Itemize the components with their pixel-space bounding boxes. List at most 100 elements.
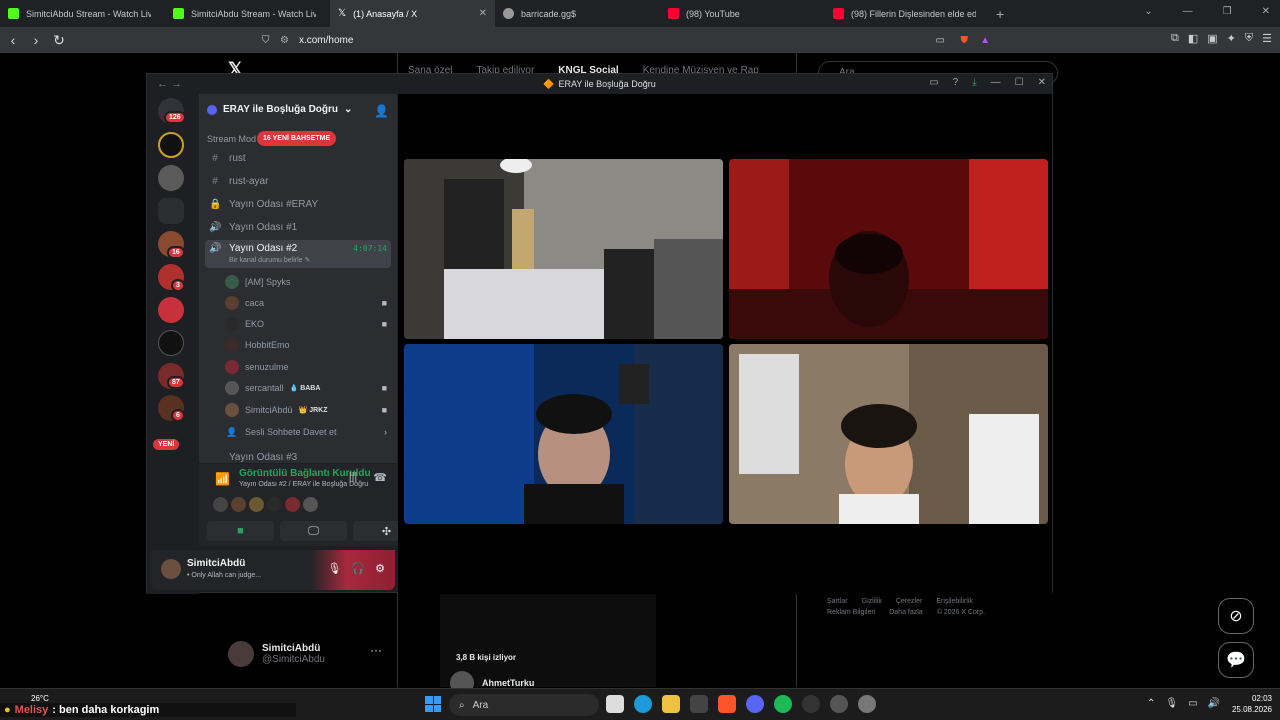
channel-yayin-eray[interactable]: 🔒 Yayın Odası #ERAY	[205, 194, 391, 214]
site-info-icon[interactable]: ⚙	[280, 35, 289, 46]
x-account-switcher[interactable]: SimitciAbdü @SimitciAbdu ···	[228, 641, 382, 667]
clock[interactable]: 02:03 25.08.2026	[1232, 693, 1272, 715]
back-forward-icon[interactable]: ← →	[157, 78, 182, 90]
voice-user[interactable]: sercantall 💧 BABA ■	[225, 378, 393, 398]
footer-link[interactable]: Erişilebilirlik	[936, 598, 973, 605]
browser-tab[interactable]: SimitciAbdu Stream - Watch Live on	[0, 0, 165, 27]
file-explorer-icon[interactable]	[662, 695, 680, 713]
close-window-icon[interactable]: ✕	[1262, 6, 1270, 17]
video-tile[interactable]	[729, 344, 1048, 524]
camera-button[interactable]: ■	[207, 521, 274, 541]
taskbar-search[interactable]: ⌕ Ara	[449, 694, 599, 716]
vpn-icon[interactable]: ⛨	[1245, 32, 1253, 45]
network-icon[interactable]: ▭	[1188, 698, 1197, 709]
server-icon[interactable]	[158, 132, 184, 158]
channel-rust-ayar[interactable]: # rust-ayar	[205, 171, 391, 191]
sidebar-icon[interactable]: ◧	[1188, 32, 1198, 45]
browser-tab-active[interactable]: 𝕏 (1) Anasayfa / X ✕	[330, 0, 495, 27]
voice-user[interactable]: HobbitEmo	[225, 335, 393, 355]
browser-tab[interactable]: (98) Fillerin Dişlesinden elde edilen D	[825, 0, 990, 27]
voice-user[interactable]: EKO ■	[225, 314, 393, 334]
microphone-icon[interactable]: 🎙	[1165, 698, 1178, 709]
spotify-icon[interactable]	[774, 695, 792, 713]
live-stream-card[interactable]: 3,8 B kişi izliyor AhmetTurku	[440, 593, 656, 695]
volume-icon[interactable]: 🔊	[1208, 698, 1220, 709]
voice-user[interactable]: SimitciAbdü 👑 JRKZ ■	[225, 400, 393, 420]
new-mentions-pill[interactable]: 16 YENİ BAHSETME	[257, 131, 337, 146]
channel-rust[interactable]: # rust	[205, 148, 391, 168]
server-icon[interactable]	[158, 165, 184, 191]
url-field[interactable]: ⛉ ⚙ x.com/home ▭ ⛊ ▲	[262, 30, 1000, 50]
new-badge[interactable]: YENİ	[153, 439, 180, 450]
category-label[interactable]: Stream Mod	[207, 134, 256, 144]
browser-tab[interactable]: SimitciAbdu Stream - Watch Live on	[165, 0, 330, 27]
inbox-icon[interactable]: ▭	[929, 77, 938, 88]
settings-icon[interactable]	[858, 695, 876, 713]
server-header[interactable]: ERAY ile Boşluğa Doğru ⌄	[207, 104, 352, 115]
channel-yayin-2[interactable]: 🔊 Yayın Odası #2 4:07:14 Bir kanal durum…	[205, 240, 391, 268]
footer-link[interactable]: Reklam Bilgileri	[827, 609, 875, 616]
obs-icon[interactable]	[802, 695, 820, 713]
browser-tab[interactable]: barricade.gg$	[495, 0, 660, 27]
video-tile[interactable]	[729, 159, 1048, 339]
restore-icon[interactable]: ❐	[1223, 6, 1232, 17]
headphones-icon[interactable]: 🎧	[351, 562, 365, 575]
disconnect-icon[interactable]: ☎	[373, 471, 387, 484]
screen-share-button[interactable]: 🖵	[280, 521, 347, 541]
help-icon[interactable]: ?	[953, 77, 959, 88]
footer-link[interactable]: Şartlar	[827, 598, 848, 605]
server-icon[interactable]	[158, 330, 184, 356]
grok-button[interactable]: ⊘	[1218, 598, 1254, 634]
store-icon[interactable]	[690, 695, 708, 713]
windows-start-icon[interactable]	[425, 696, 441, 712]
video-tile[interactable]	[404, 159, 723, 339]
discord-icon[interactable]	[746, 695, 764, 713]
add-user-icon[interactable]: 👤	[374, 104, 389, 118]
tab-list-icon[interactable]: ⌄	[1144, 6, 1152, 17]
footer-link[interactable]: Daha fazla	[889, 609, 922, 616]
brave-shield-icon[interactable]: ⛊	[961, 35, 969, 46]
menu-icon[interactable]: ☰	[1262, 32, 1272, 45]
voice-user[interactable]: caca ■	[225, 293, 393, 313]
minimize-icon[interactable]: —	[991, 77, 1001, 88]
channel-status[interactable]: Bir kanal durumu belirle ✎	[229, 256, 310, 264]
channel-yayin-1[interactable]: 🔊 Yayın Odası #1	[205, 217, 391, 237]
settings-icon[interactable]: ⚙	[375, 562, 385, 575]
bookmark-icon[interactable]: ⛉	[262, 35, 270, 46]
messages-button[interactable]: 💬	[1218, 642, 1254, 678]
brave-icon[interactable]	[718, 695, 736, 713]
download-icon[interactable]: ⤓	[972, 77, 976, 88]
microphone-icon[interactable]: 🎙	[327, 562, 341, 575]
voice-user[interactable]: senuzulme	[225, 357, 393, 377]
extensions-icon[interactable]: ⧉	[1171, 32, 1179, 45]
invite-to-voice[interactable]: 👤 Sesli Sohbete Davet et ›	[225, 422, 393, 442]
browser-tab[interactable]: (98) YouTube	[660, 0, 825, 27]
footer-link[interactable]: Gizlilik	[862, 598, 882, 605]
voice-user[interactable]: [AM] Spyks	[225, 272, 393, 292]
server-icon[interactable]	[158, 297, 184, 323]
back-icon[interactable]: ‹	[3, 32, 23, 48]
next-channel[interactable]: Yayın Odası #3	[229, 452, 297, 463]
more-options-icon[interactable]: ···	[370, 643, 382, 657]
noise-suppression-icon[interactable]: |||	[349, 471, 358, 484]
task-view-icon[interactable]	[606, 695, 624, 713]
weather-widget[interactable]: 26°C	[31, 694, 49, 703]
cast-icon[interactable]: ▭	[936, 35, 945, 46]
media-player-icon[interactable]	[830, 695, 848, 713]
video-tile[interactable]	[404, 344, 723, 524]
leo-ai-icon[interactable]: ✦	[1227, 32, 1236, 45]
minimize-icon[interactable]: —	[1183, 6, 1193, 17]
wallet-icon[interactable]: ▣	[1207, 32, 1217, 45]
signal-icon[interactable]: 📶	[215, 472, 230, 486]
close-icon[interactable]: ✕	[1038, 77, 1046, 88]
brave-rewards-icon[interactable]: ▲	[980, 35, 990, 46]
chevron-up-icon[interactable]: ⌃	[1147, 698, 1155, 709]
close-tab-icon[interactable]: ✕	[479, 8, 487, 19]
reload-icon[interactable]: ↻	[49, 32, 69, 49]
username[interactable]: SimitciAbdü	[187, 558, 245, 569]
footer-link[interactable]: Çerezler	[896, 598, 922, 605]
maximize-icon[interactable]: ☐	[1015, 77, 1024, 88]
new-tab-button[interactable]: +	[996, 6, 1004, 22]
avatar[interactable]	[161, 559, 181, 579]
folder-icon[interactable]	[158, 198, 184, 224]
